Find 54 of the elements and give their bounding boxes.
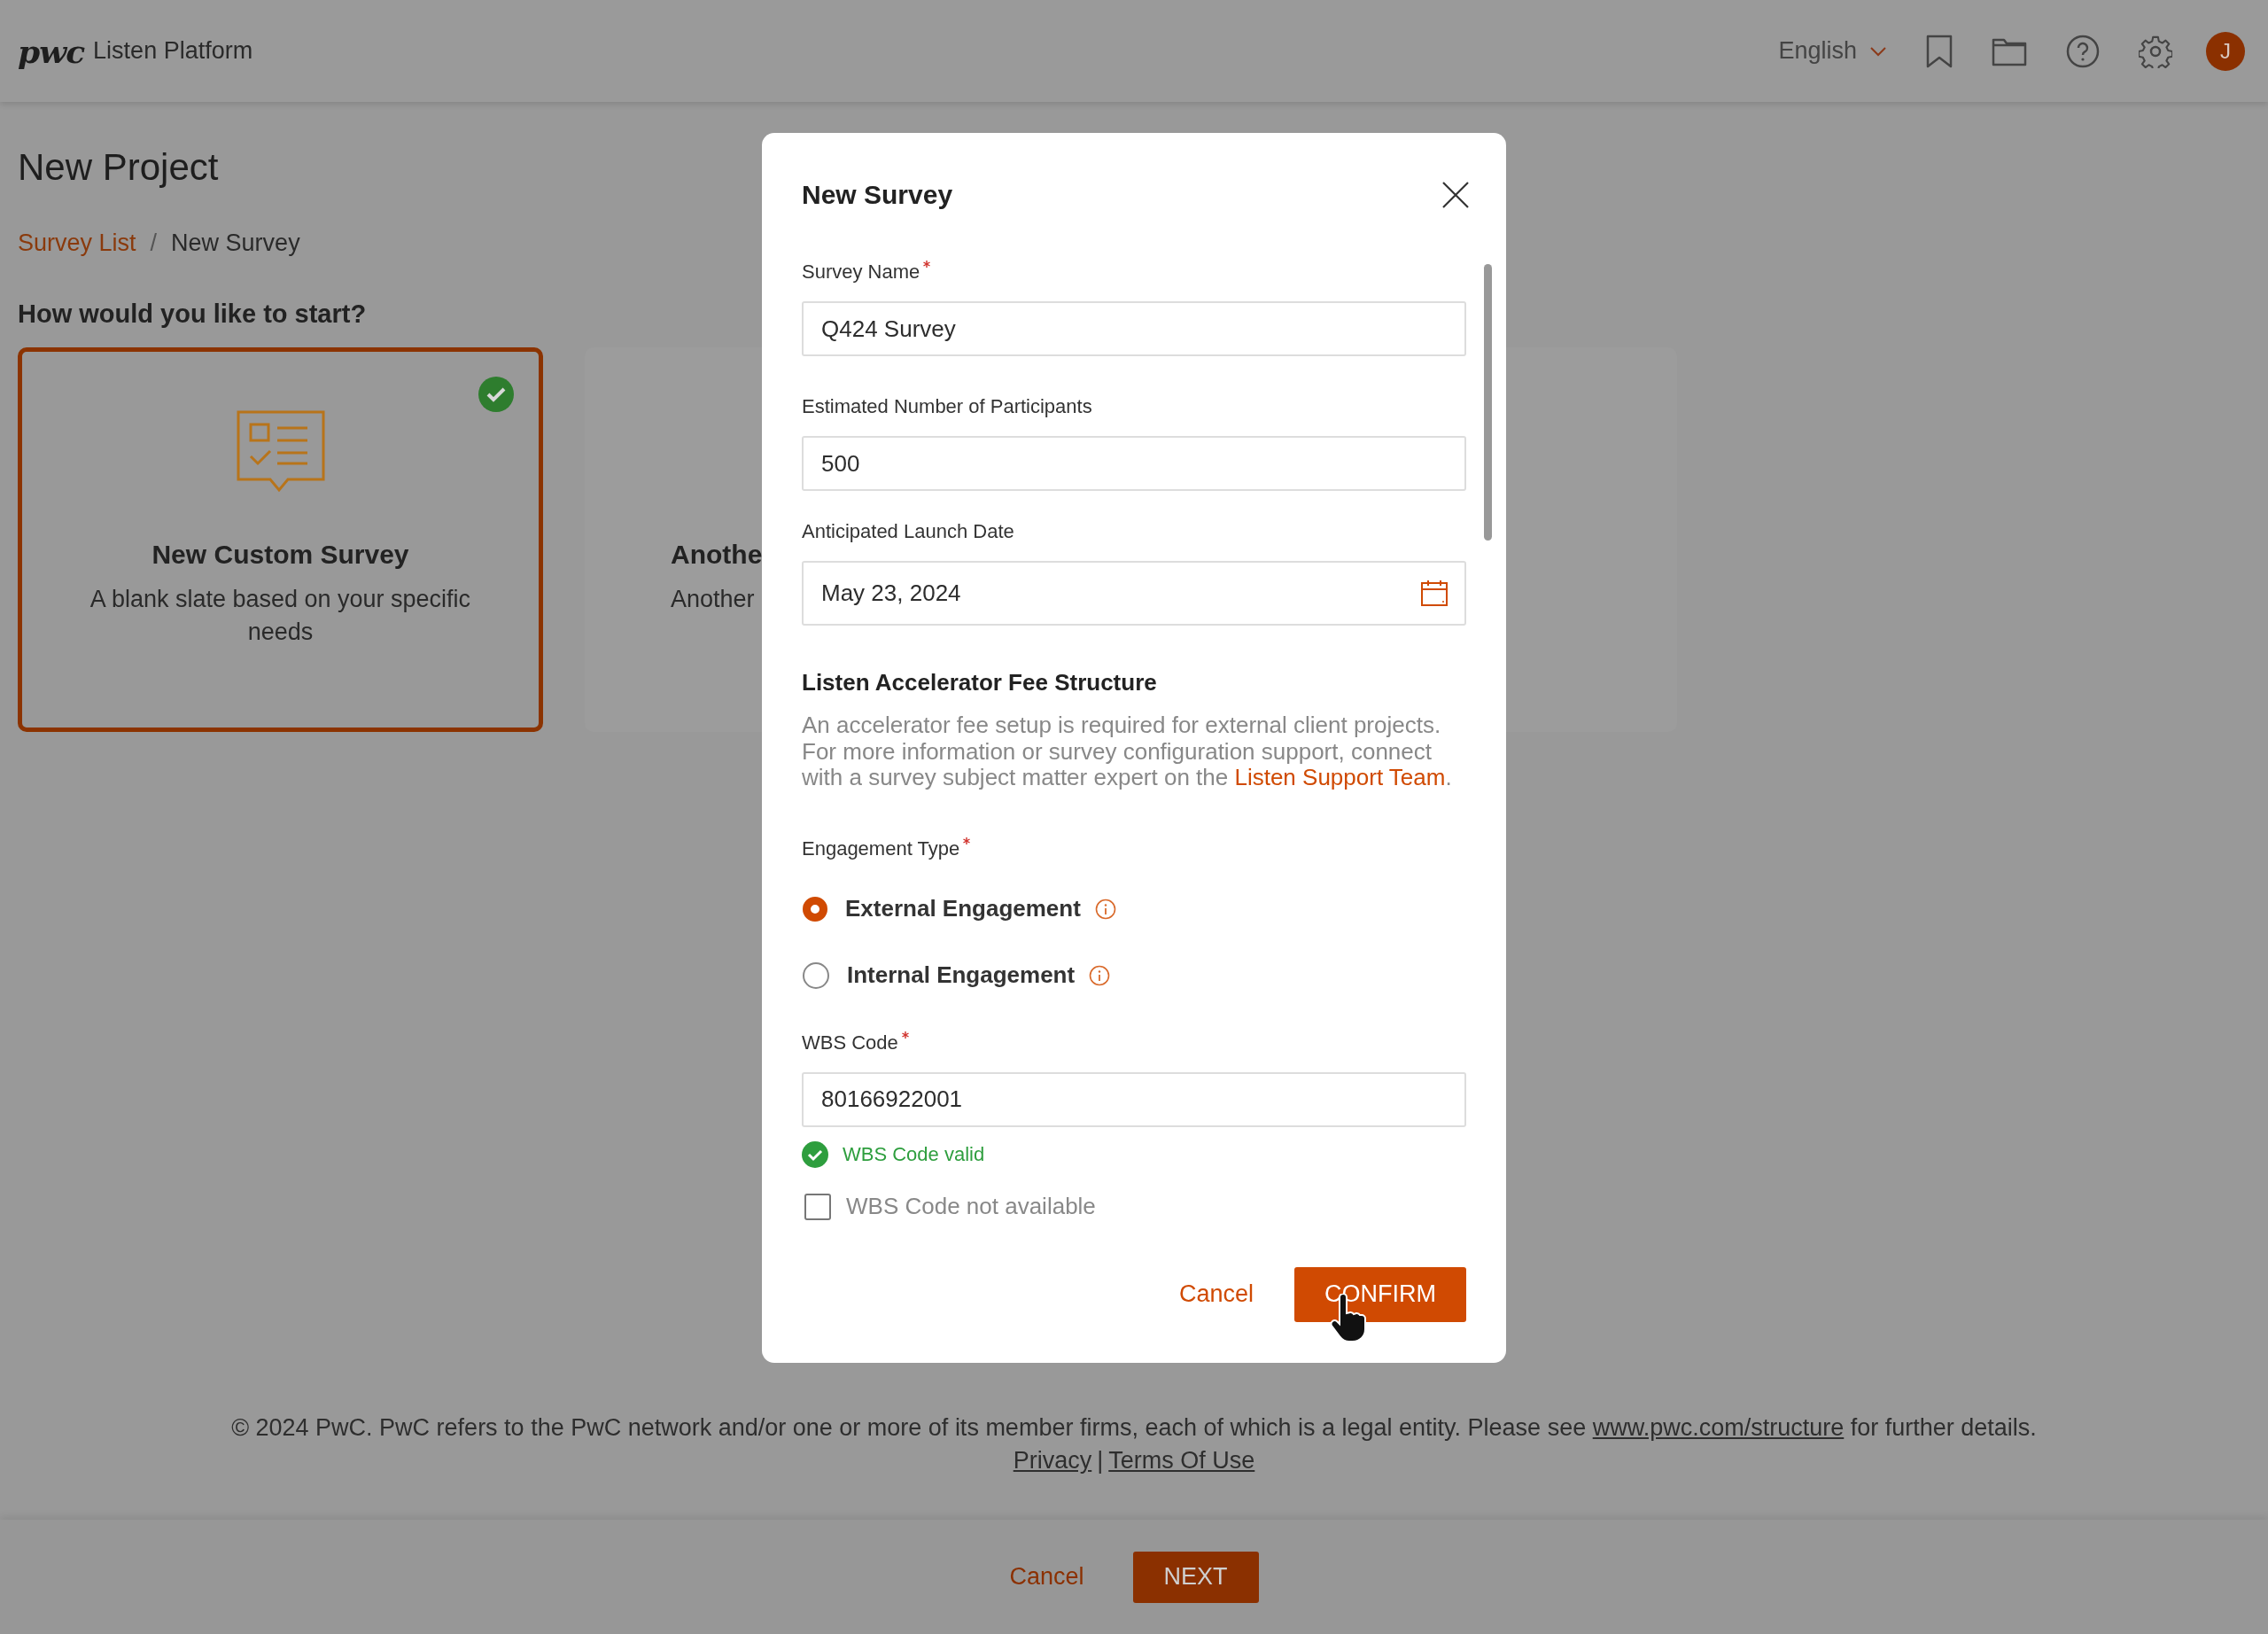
page-title: New Project — [18, 146, 219, 189]
language-dropdown[interactable]: English — [1778, 37, 1887, 65]
field-label: Anticipated Launch Date — [802, 519, 1014, 544]
radio-label[interactable]: External Engagement — [845, 895, 1081, 922]
section-heading: Listen Accelerator Fee Structure — [802, 668, 1158, 697]
breadcrumb-separator: / — [150, 230, 158, 257]
survey-option-card[interactable]: New Custom Survey A blank slate based on your specific needs — [18, 347, 543, 732]
card-description: Another — [671, 585, 755, 614]
copyright-notice: © 2024 PwC. PwC refers to the PwC network and/or one or more of its member firms, each of which is a legal entity. Please see www.pwc.com/structure for further details. — [230, 1413, 2038, 1443]
info-icon[interactable] — [1094, 898, 1116, 920]
help-icon[interactable] — [2066, 34, 2100, 68]
fee-description: An accelerator fee setup is required for external client projects. For more information or survey configuration support, connect with a survey subject matter expert on the Listen Support Team. — [802, 712, 1453, 791]
close-icon — [1442, 182, 1469, 208]
calendar-icon[interactable] — [1420, 579, 1449, 607]
confirm-button[interactable]: CONFIRM — [1294, 1266, 1466, 1322]
field-label: WBS Code — [802, 1030, 898, 1055]
settings-icon[interactable] — [2139, 34, 2172, 68]
structure-link[interactable]: www.pwc.com/structure — [1592, 1414, 1845, 1441]
next-button[interactable]: NEXT — [1132, 1551, 1259, 1603]
breadcrumb-link[interactable]: Survey List — [18, 230, 136, 257]
radio-label[interactable]: Internal Engagement — [847, 961, 1076, 989]
dialog-title: New Survey — [802, 180, 953, 210]
check-circle-icon — [478, 377, 514, 412]
validation-message: WBS Code valid — [843, 1142, 985, 1166]
field-label: Survey Name — [802, 260, 920, 284]
card-title: New Custom Survey — [151, 539, 410, 571]
chevron-down-icon — [1869, 45, 1887, 57]
radio-button[interactable] — [803, 961, 829, 989]
link-separator: | — [1097, 1447, 1104, 1474]
card-description: A blank slate based on your specific needs — [89, 585, 472, 647]
section-heading: How would you like to start? — [18, 299, 367, 330]
field-label: Engagement Type — [802, 836, 960, 861]
checkbox-label[interactable]: WBS Code not available — [846, 1193, 1096, 1220]
user-avatar[interactable]: J — [2206, 31, 2245, 71]
bookmark-icon[interactable] — [1926, 34, 1953, 68]
close-button[interactable] — [1442, 182, 1469, 208]
logo: pwc — [18, 32, 85, 70]
footer-link[interactable]: Privacy — [1013, 1447, 1092, 1474]
app-name: Listen Platform — [93, 37, 253, 65]
radio-button[interactable] — [803, 896, 827, 922]
text-field[interactable]: 500 — [802, 436, 1466, 491]
field-label: Estimated Number of Participants — [802, 394, 1092, 419]
cancel-button[interactable]: Cancel — [1009, 1563, 1084, 1591]
scrollbar[interactable] — [1484, 264, 1492, 541]
footer-link[interactable]: Terms Of Use — [1108, 1447, 1255, 1474]
text-field[interactable]: 80166922001 — [802, 1071, 1466, 1127]
date-field[interactable]: May 23, 2024 — [802, 561, 1466, 626]
support-team-link[interactable]: Listen Support Team — [1234, 764, 1446, 790]
cancel-button[interactable]: Cancel — [1178, 1280, 1254, 1308]
card-title: Anothe — [671, 539, 763, 571]
checkbox[interactable] — [804, 1193, 831, 1220]
breadcrumb-current: New Survey — [171, 230, 300, 257]
info-icon[interactable] — [1089, 964, 1111, 986]
text-field[interactable]: Q424 Survey — [802, 301, 1466, 356]
